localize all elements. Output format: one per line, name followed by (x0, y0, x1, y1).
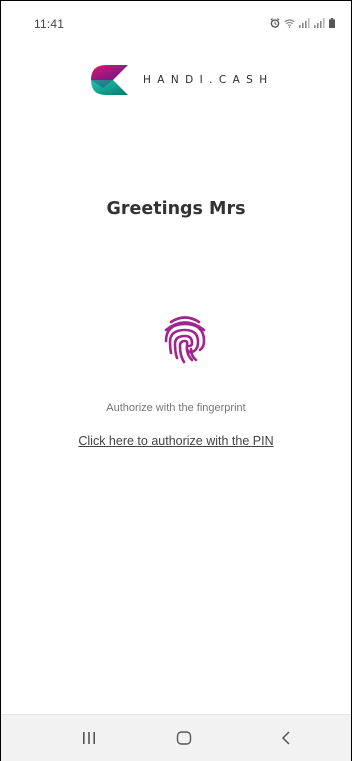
recent-apps-icon (83, 732, 95, 744)
status-icons (270, 18, 335, 28)
signal-icon (314, 18, 325, 28)
status-bar: 11:41 (1, 1, 351, 41)
recent-apps-button[interactable] (59, 715, 119, 761)
home-icon (176, 731, 192, 745)
wifi-icon (284, 19, 295, 28)
back-icon (281, 731, 290, 745)
app-screen: 11:41 HANDI.CASH Greetings Mrs Authorize… (0, 0, 352, 761)
authorize-with-pin-link[interactable]: Click here to authorize with the PIN (1, 434, 351, 448)
back-button[interactable] (256, 715, 316, 761)
brand-name: HANDI.CASH (143, 74, 274, 86)
fingerprint-icon[interactable] (162, 314, 208, 366)
system-nav-bar (1, 714, 351, 761)
app-logo: HANDI.CASH (87, 61, 274, 99)
handi-cash-logo-mark (91, 65, 128, 95)
status-time: 11:41 (34, 17, 65, 31)
greeting-title: Greetings Mrs (106, 199, 246, 219)
fingerprint-hint: Authorize with the fingerprint (106, 402, 246, 414)
home-button[interactable] (154, 715, 214, 761)
signal-icon (299, 18, 310, 28)
alarm-icon (270, 18, 280, 28)
battery-icon (329, 18, 335, 28)
